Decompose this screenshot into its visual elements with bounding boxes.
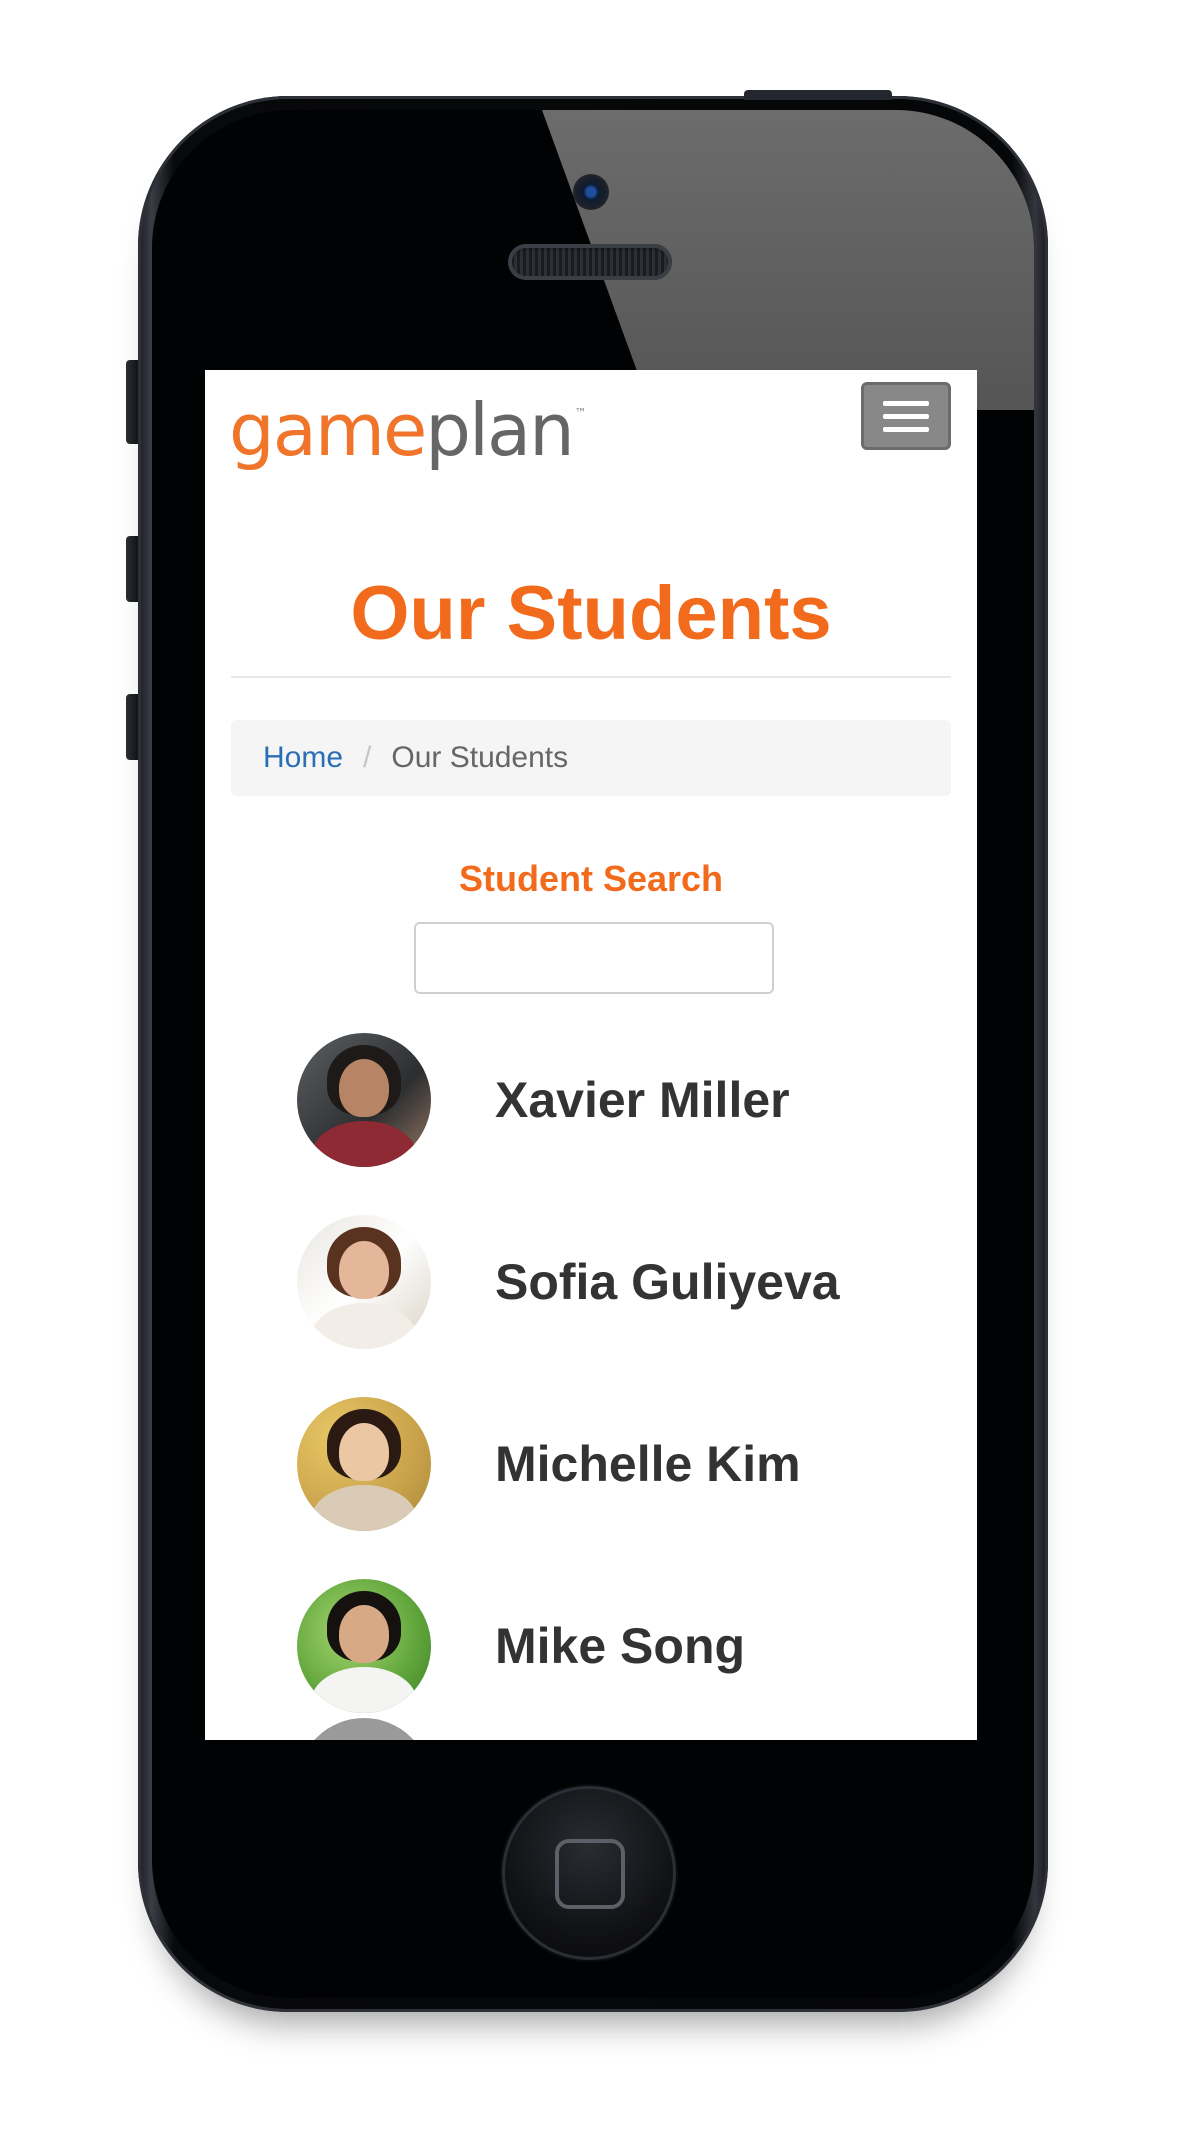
logo-text-plan: plan	[425, 388, 574, 472]
student-avatar-partial[interactable]	[297, 1718, 431, 1740]
volume-down-button	[126, 694, 138, 760]
student-avatar[interactable]	[297, 1397, 431, 1531]
volume-up-button	[126, 536, 138, 602]
breadcrumb-home-link[interactable]: Home	[263, 741, 343, 775]
home-button-icon	[555, 1839, 625, 1909]
hamburger-menu-icon	[883, 400, 929, 406]
home-button[interactable]	[502, 1786, 676, 1960]
hamburger-menu-button[interactable]	[861, 382, 951, 450]
breadcrumb-separator: /	[363, 741, 372, 774]
student-item-xavier-miller[interactable]: Xavier Miller	[297, 1033, 937, 1171]
student-item-michelle-kim[interactable]: Michelle Kim	[297, 1397, 937, 1535]
phone-screen: gameplan ™ Our Students Home / Our Studen…	[205, 370, 977, 1740]
power-button	[744, 90, 892, 100]
student-name[interactable]: Michelle Kim	[495, 1435, 801, 1493]
breadcrumb-current: Our Students	[391, 741, 569, 774]
logo-trademark: ™	[574, 406, 587, 420]
mute-switch	[126, 360, 138, 444]
student-avatar[interactable]	[297, 1215, 431, 1349]
earpiece-speaker	[508, 244, 672, 280]
student-name[interactable]: Mike Song	[495, 1617, 745, 1675]
student-item-mike-song[interactable]: Mike Song	[297, 1579, 937, 1717]
student-search-group	[414, 922, 774, 994]
student-search-label: Student Search	[458, 858, 724, 899]
student-name[interactable]: Xavier Miller	[495, 1071, 790, 1129]
logo-text-game: game	[229, 388, 427, 472]
student-name[interactable]: Sofia Guliyeva	[495, 1253, 840, 1311]
student-item-sofia-guliyeva[interactable]: Sofia Guliyeva	[297, 1215, 937, 1353]
title-divider	[231, 676, 951, 678]
breadcrumb: Home / Our Students	[231, 720, 951, 796]
student-avatar[interactable]	[297, 1033, 431, 1167]
front-camera	[573, 174, 609, 210]
gameplan-logo[interactable]: gameplan ™	[229, 388, 587, 472]
page-title: Our Students	[350, 571, 832, 656]
student-search-input[interactable]	[416, 924, 772, 992]
student-avatar[interactable]	[297, 1579, 431, 1713]
